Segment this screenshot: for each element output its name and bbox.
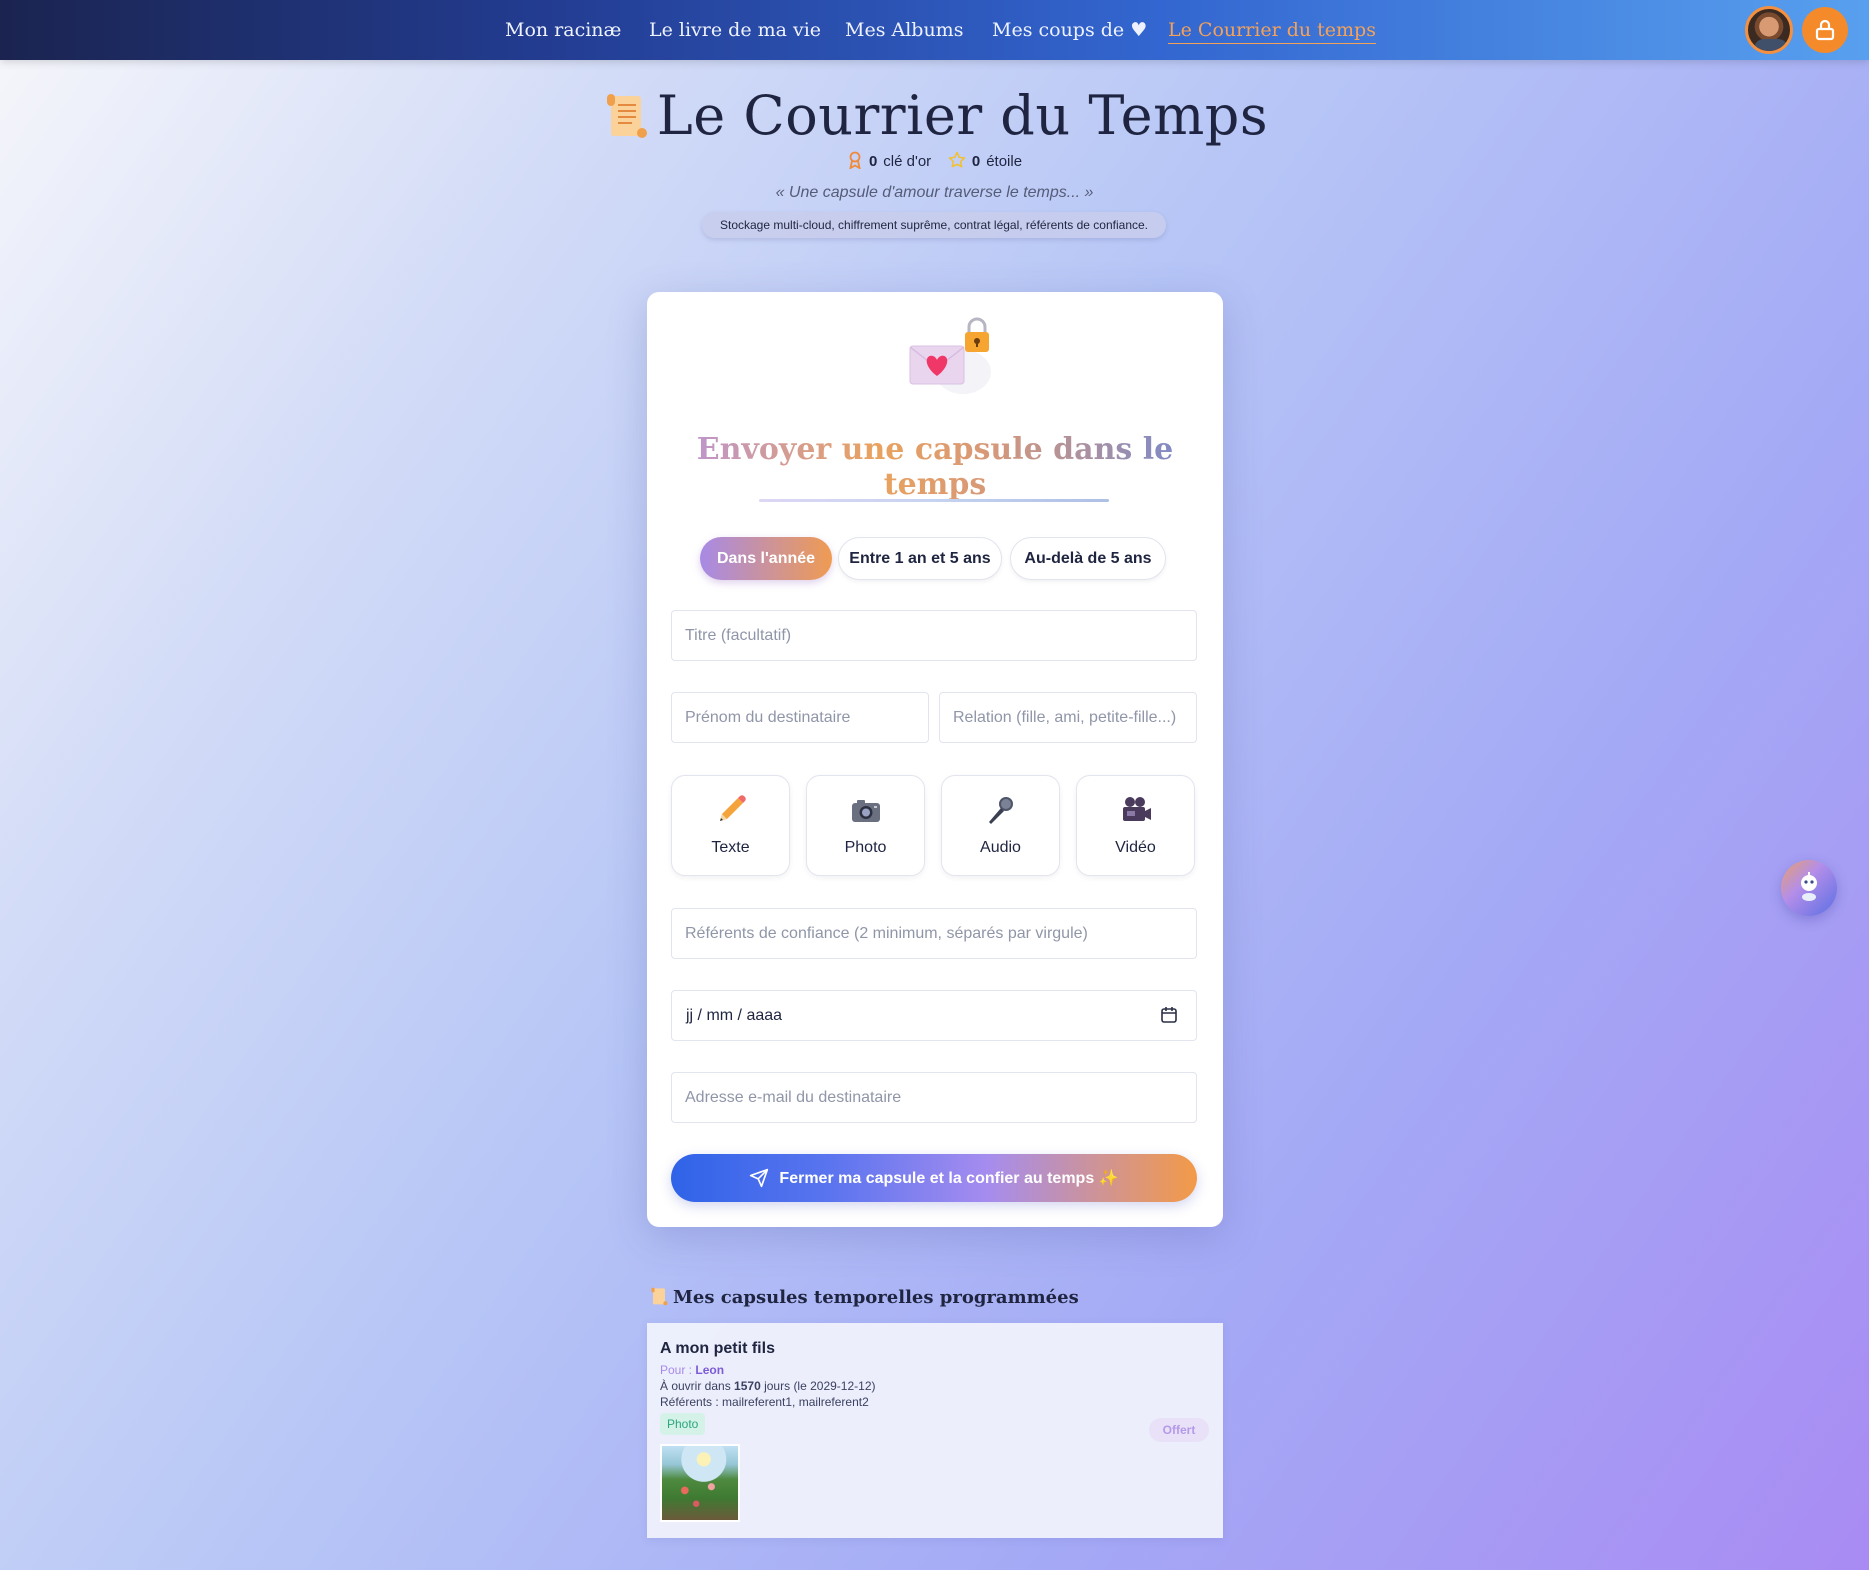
media-video-label: Vidéo <box>1115 839 1156 856</box>
media-text-button[interactable]: Texte <box>671 775 790 876</box>
nav-link-racinae[interactable]: Mon racinæ <box>505 19 621 41</box>
page-title-text: Le Courrier du Temps <box>656 84 1269 147</box>
award-icon <box>849 151 861 169</box>
rewards-bar: 0 clé d'or 0 étoile <box>0 151 1869 170</box>
send-icon <box>750 1168 769 1188</box>
love-letter-icon <box>905 316 995 396</box>
submit-label: Fermer ma capsule et la confier au temps… <box>779 1170 1119 1187</box>
page-title: Le Courrier du Temps <box>0 84 1869 147</box>
top-navbar: Mon racinæ Le livre de ma vie Mes Albums… <box>0 0 1869 60</box>
movie-camera-icon <box>1122 797 1151 821</box>
heading-underline <box>759 499 1109 502</box>
capsule-title: A mon petit fils <box>660 1340 775 1357</box>
gold-keys-count: 0 <box>868 153 878 170</box>
calendar-icon[interactable] <box>1160 1006 1178 1024</box>
nav-link-livre-de-ma-vie[interactable]: Le livre de ma vie <box>649 19 821 41</box>
stars-label: étoile <box>986 153 1023 170</box>
media-video-button[interactable]: Vidéo <box>1076 775 1195 876</box>
lock-button[interactable] <box>1802 7 1848 53</box>
assistant-bot-button[interactable] <box>1781 860 1837 916</box>
date-placeholder: jj / mm / aaaa <box>686 1007 783 1024</box>
referents-input[interactable] <box>671 908 1197 959</box>
gold-keys-label: clé d'or <box>883 153 932 170</box>
star-icon <box>948 151 966 168</box>
recipient-name-input[interactable] <box>671 692 929 743</box>
nav-link-coups-de-coeur[interactable]: Mes coups de ♥ <box>992 19 1147 41</box>
period-within-year-button[interactable]: Dans l'année <box>700 537 832 580</box>
pencil-icon <box>719 795 746 821</box>
scheduled-section-title: Mes capsules temporelles programmées <box>649 1286 1079 1308</box>
media-audio-label: Audio <box>980 839 1021 856</box>
scroll-icon <box>606 94 647 138</box>
scheduled-title-text: Mes capsules temporelles programmées <box>673 1287 1079 1308</box>
capsule-photo-thumbnail[interactable] <box>660 1444 740 1522</box>
nav-links: Mon racinæ Le livre de ma vie Mes Albums… <box>0 0 1869 60</box>
capsule-referents: Référents : mailreferent1, mailreferent2 <box>660 1395 869 1409</box>
capsule-recipient: Pour : Leon <box>660 1363 725 1377</box>
robot-icon <box>1801 872 1817 901</box>
capsule-status-badge: Offert <box>1149 1418 1209 1442</box>
relation-input[interactable] <box>939 692 1197 743</box>
form-heading: Envoyer une capsule dans le temps <box>647 432 1223 502</box>
submit-capsule-button[interactable]: Fermer ma capsule et la confier au temps… <box>671 1154 1197 1202</box>
capsule-form-card: Envoyer une capsule dans le temps Dans l… <box>647 292 1223 1227</box>
avatar[interactable] <box>1745 6 1793 54</box>
title-input[interactable] <box>671 610 1197 661</box>
media-photo-button[interactable]: Photo <box>806 775 925 876</box>
period-beyond-5-years-button[interactable]: Au-delà de 5 ans <box>1010 537 1166 580</box>
period-1-to-5-years-button[interactable]: Entre 1 an et 5 ans <box>838 537 1002 580</box>
recipient-email-input[interactable] <box>671 1072 1197 1123</box>
microphone-icon <box>988 797 1013 824</box>
nav-link-courrier-du-temps[interactable]: Le Courrier du temps <box>1168 19 1376 44</box>
media-audio-button[interactable]: Audio <box>941 775 1060 876</box>
date-input[interactable]: jj / mm / aaaa <box>671 990 1197 1041</box>
capsule-media-badge: Photo <box>660 1413 706 1435</box>
nav-link-albums[interactable]: Mes Albums <box>845 19 963 41</box>
capsule-card[interactable]: A mon petit fils Pour : Leon À ouvrir da… <box>647 1323 1223 1538</box>
quote: « Une capsule d'amour traverse le temps.… <box>775 184 1094 201</box>
media-text-label: Texte <box>711 839 750 856</box>
capsule-open-info: À ouvrir dans 1570 jours (le 2029-12-12) <box>660 1379 876 1393</box>
media-photo-label: Photo <box>844 839 887 856</box>
tagline-badge: Stockage multi-cloud, chiffrement suprêm… <box>702 212 1166 238</box>
stars-count: 0 <box>971 153 981 170</box>
lock-icon <box>1815 19 1835 41</box>
scroll-icon <box>651 1287 668 1306</box>
camera-icon <box>851 800 880 822</box>
